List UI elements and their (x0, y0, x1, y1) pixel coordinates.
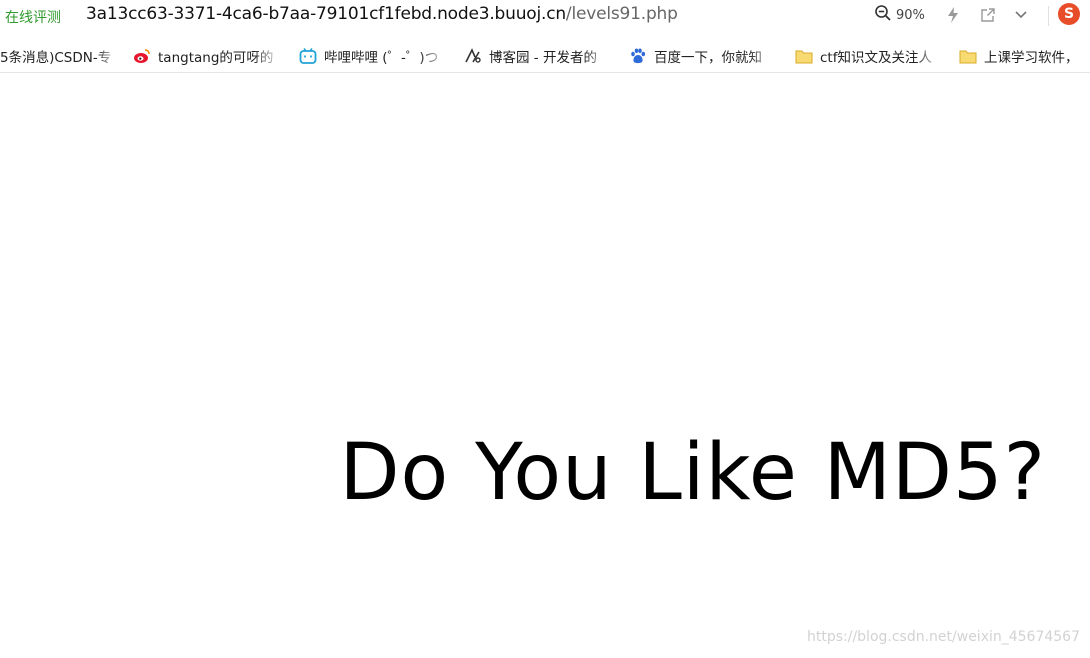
weibo-icon (133, 47, 151, 65)
chevron-down-icon[interactable] (1011, 5, 1031, 25)
bookmark-baidu[interactable]: 百度一下，你就知 (629, 46, 779, 66)
site-tag[interactable]: 在线评测 (5, 7, 61, 27)
toolbar-divider (1048, 6, 1049, 26)
folder-icon (795, 47, 813, 65)
bookmark-label: 哔哩哔哩 (゜-゜)つ (324, 50, 439, 66)
bookmark-label: tangtang的可呀的 (158, 50, 274, 66)
url-host: 3a13cc63-3371-4ca6-b7aa-79101cf1febd.nod… (86, 4, 566, 24)
bookmark-cnblogs[interactable]: 博客园 - 开发者的 (464, 46, 614, 66)
bookmark-folder-study[interactable]: 上课学习软件， (959, 46, 1090, 66)
sogou-icon[interactable]: S (1058, 3, 1080, 25)
bookmark-weibo[interactable]: tangtang的可呀的 (133, 46, 283, 66)
url-path: /levels91.php (565, 4, 678, 24)
bookmark-label: 博客园 - 开发者的 (489, 50, 597, 66)
bookmark-csdn[interactable]: 5条消息)CSDN-专 (0, 46, 120, 66)
bookmarks-bar: 5条消息)CSDN-专 tangtang的可呀的 哔哩哔哩 (゜-゜)つ 博客园… (0, 38, 1090, 73)
share-icon[interactable] (978, 5, 998, 25)
bookmark-label: ctf知识文及关注人 (820, 50, 932, 66)
cnblogs-icon (464, 47, 482, 65)
page-headline: Do You Like MD5? (339, 428, 1046, 518)
baidu-icon (629, 47, 647, 65)
address-bar[interactable]: 在线评测 3a13cc63-3371-4ca6-b7aa-79101cf1feb… (0, 0, 1090, 34)
zoom-control[interactable]: 90% (874, 5, 925, 25)
bookmark-bilibili[interactable]: 哔哩哔哩 (゜-゜)つ (299, 46, 449, 66)
bilibili-icon (299, 47, 317, 65)
zoom-level: 90% (896, 7, 925, 23)
folder-icon (959, 47, 977, 65)
url-field[interactable]: 3a13cc63-3371-4ca6-b7aa-79101cf1febd.nod… (86, 4, 678, 24)
bookmark-label: 百度一下，你就知 (654, 50, 762, 66)
watermark-text: https://blog.csdn.net/weixin_45674567 (806, 629, 1080, 645)
bookmark-label: 5条消息)CSDN-专 (0, 50, 112, 66)
lightning-icon[interactable] (943, 5, 963, 25)
bookmark-label: 上课学习软件， (984, 50, 1079, 66)
zoom-out-icon[interactable] (874, 4, 892, 26)
bookmark-folder-ctf[interactable]: ctf知识文及关注人 (795, 46, 945, 66)
